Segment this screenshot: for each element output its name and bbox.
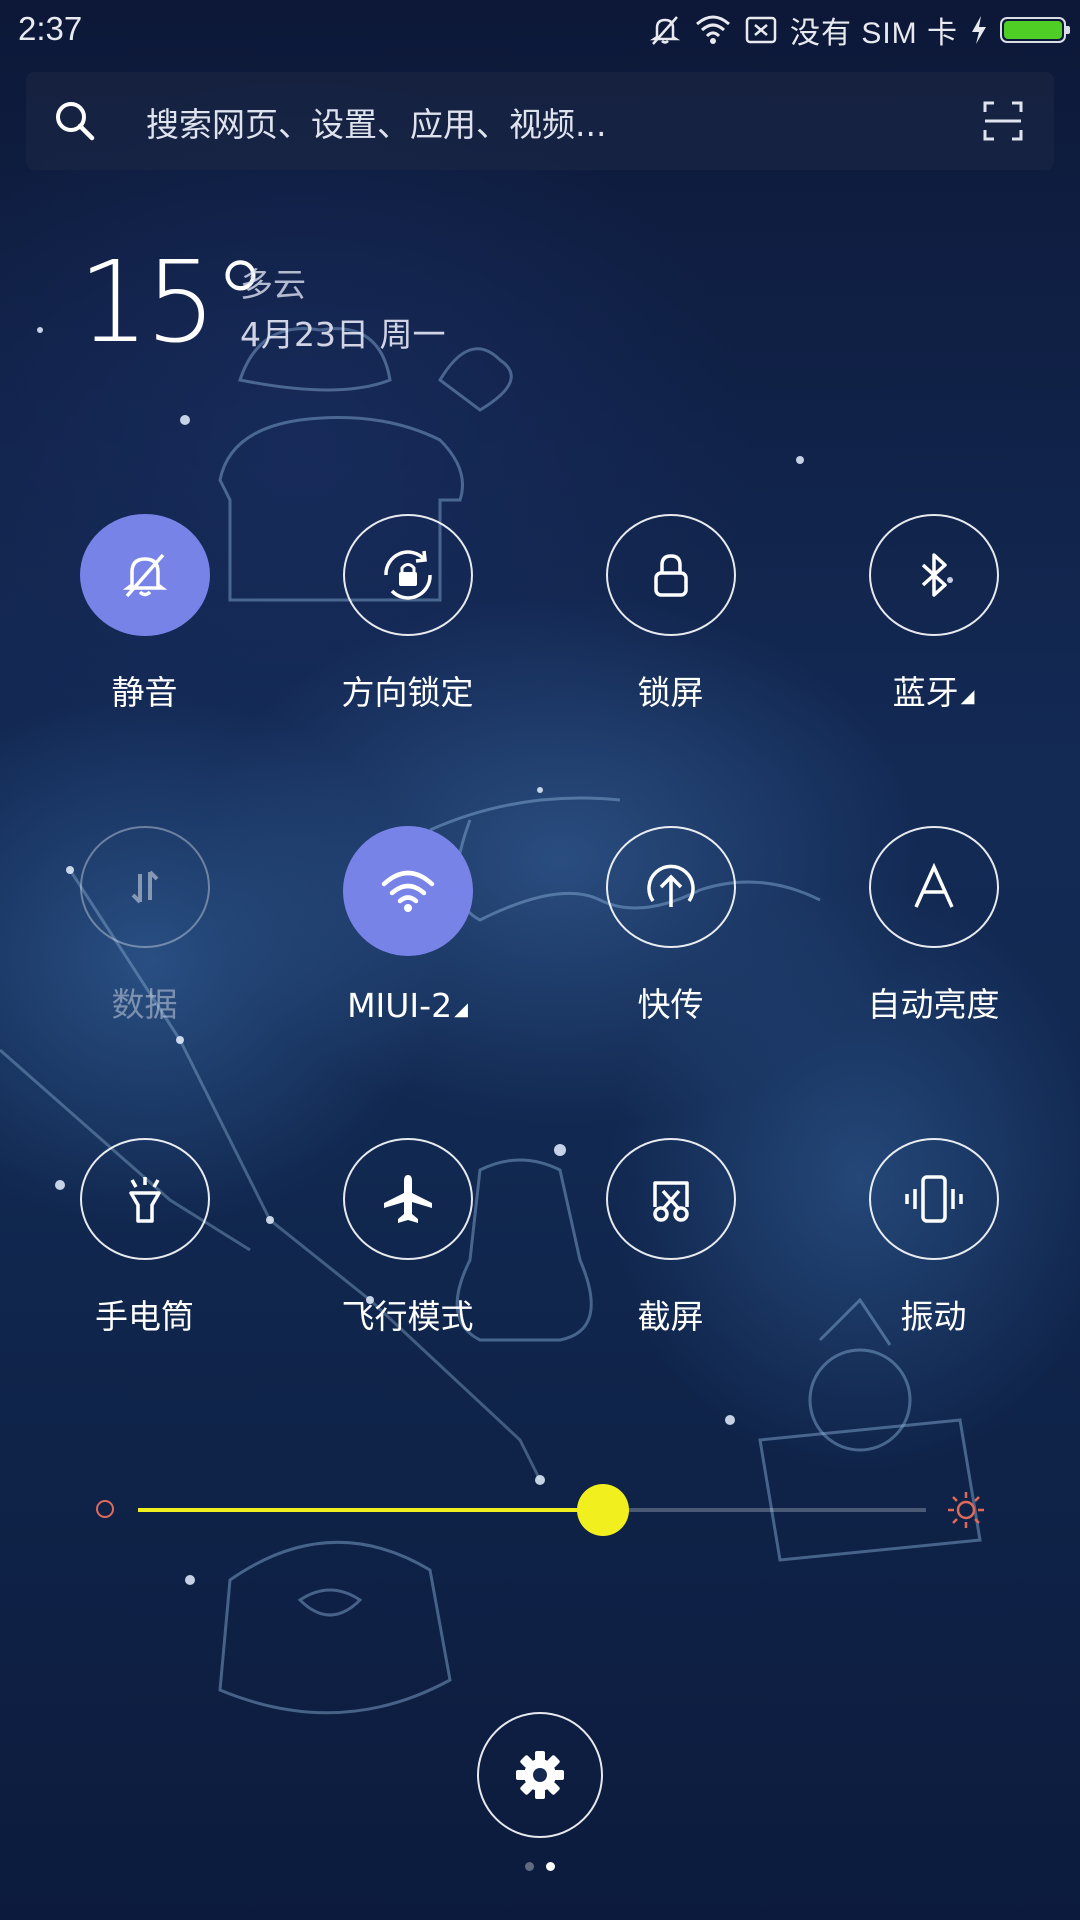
toggle-lock-screen[interactable]: 锁屏 bbox=[539, 514, 802, 714]
toggle-rotation-lock-button[interactable] bbox=[342, 514, 473, 636]
silent-bell-icon bbox=[122, 553, 167, 598]
toggle-lock-screen-button[interactable] bbox=[605, 514, 736, 636]
gear-icon bbox=[516, 1751, 564, 1799]
toggle-quick-transfer-button[interactable] bbox=[605, 826, 736, 948]
bluetooth-icon bbox=[921, 553, 947, 597]
toggle-screenshot-label: 截屏 bbox=[637, 1297, 704, 1336]
brightness-slider[interactable] bbox=[138, 1484, 926, 1536]
toggle-screenshot[interactable]: 截屏 bbox=[539, 1138, 802, 1338]
toggle-lock-screen-label: 锁屏 bbox=[637, 673, 704, 712]
search-input[interactable]: 搜索网页、设置、应用、视频... bbox=[146, 98, 606, 146]
toggle-airplane-mode-button[interactable] bbox=[342, 1138, 473, 1260]
page-dot bbox=[525, 1862, 534, 1871]
toggle-wifi-label: MIUI-2 ◢ bbox=[347, 986, 468, 1025]
date-text: 4月23日 周一 bbox=[240, 315, 446, 354]
brightness-slider-thumb[interactable] bbox=[576, 1484, 629, 1536]
brightness-high-icon bbox=[948, 1492, 984, 1528]
toggle-bluetooth-button[interactable] bbox=[868, 514, 999, 636]
toggle-silent[interactable]: 静音 bbox=[13, 514, 276, 714]
toggle-airplane-mode-label: 飞行模式 bbox=[341, 1297, 474, 1336]
toggle-vibrate[interactable]: 振动 bbox=[802, 1138, 1065, 1338]
transfer-upload-icon bbox=[646, 864, 695, 907]
screenshot-icon bbox=[652, 1181, 689, 1222]
toggle-bluetooth[interactable]: 蓝牙 ◢ bbox=[802, 514, 1065, 714]
toggle-auto-brightness[interactable]: 自动亮度 bbox=[802, 826, 1065, 1026]
toggle-mobile-data-button[interactable] bbox=[79, 826, 210, 948]
vibrate-icon bbox=[904, 1175, 963, 1223]
toggle-silent-label: 静音 bbox=[111, 673, 178, 712]
brightness-control bbox=[0, 1470, 1080, 1550]
toggle-silent-button[interactable] bbox=[79, 514, 210, 636]
lock-icon bbox=[653, 554, 688, 597]
toggle-wifi[interactable]: MIUI-2 ◢ bbox=[276, 826, 539, 1026]
silent-bell-icon bbox=[649, 16, 681, 45]
toggle-wifi-button[interactable] bbox=[342, 826, 473, 956]
battery-icon bbox=[1000, 17, 1070, 43]
page-indicator bbox=[0, 1862, 1080, 1871]
brightness-low-icon bbox=[96, 1500, 114, 1518]
page-dot-current bbox=[546, 1862, 555, 1871]
toggle-auto-brightness-label: 自动亮度 bbox=[867, 985, 1000, 1024]
toggle-flashlight[interactable]: 手电筒 bbox=[13, 1138, 276, 1338]
scan-icon[interactable] bbox=[982, 100, 1024, 142]
toggle-quick-transfer[interactable]: 快传 bbox=[539, 826, 802, 1026]
flashlight-icon bbox=[128, 1177, 161, 1223]
search-bar[interactable]: 搜索网页、设置、应用、视频... bbox=[26, 72, 1054, 170]
toggle-vibrate-button[interactable] bbox=[868, 1138, 999, 1260]
airplane-icon bbox=[383, 1175, 432, 1223]
wifi-icon bbox=[381, 870, 434, 912]
toggle-mobile-data-label: 数据 bbox=[111, 985, 178, 1024]
status-time: 2:37 bbox=[18, 10, 83, 47]
toggle-mobile-data[interactable]: 数据 bbox=[13, 826, 276, 1026]
settings-button[interactable] bbox=[477, 1712, 603, 1838]
status-icons: 没有 SIM 卡 bbox=[648, 10, 1070, 50]
search-icon bbox=[56, 102, 95, 141]
status-bar: 2:37 没有 SIM 卡 bbox=[0, 0, 1080, 62]
charging-bolt-icon bbox=[972, 16, 986, 44]
no-sim-icon bbox=[745, 16, 777, 44]
weather-temperature[interactable]: 15° bbox=[78, 238, 269, 368]
toggle-auto-brightness-button[interactable] bbox=[868, 826, 999, 948]
toggle-quick-transfer-label: 快传 bbox=[637, 985, 704, 1024]
toggle-airplane-mode[interactable]: 飞行模式 bbox=[276, 1138, 539, 1338]
mobile-data-icon bbox=[131, 870, 158, 904]
toggle-flashlight-button[interactable] bbox=[79, 1138, 210, 1260]
rotation-lock-icon bbox=[383, 550, 432, 600]
wifi-icon bbox=[695, 15, 730, 44]
brightness-slider-fill bbox=[138, 1508, 603, 1512]
toggle-rotation-lock[interactable]: 方向锁定 bbox=[276, 514, 539, 714]
weather-condition: 多云 bbox=[240, 265, 306, 304]
auto-brightness-icon bbox=[913, 862, 954, 908]
toggle-screenshot-button[interactable] bbox=[605, 1138, 736, 1260]
toggle-rotation-lock-label: 方向锁定 bbox=[341, 673, 474, 712]
toggle-flashlight-label: 手电筒 bbox=[95, 1297, 194, 1336]
sim-status-text: 没有 SIM 卡 bbox=[789, 17, 958, 50]
toggle-bluetooth-label: 蓝牙 ◢ bbox=[892, 673, 975, 712]
toggle-vibrate-label: 振动 bbox=[900, 1297, 967, 1336]
